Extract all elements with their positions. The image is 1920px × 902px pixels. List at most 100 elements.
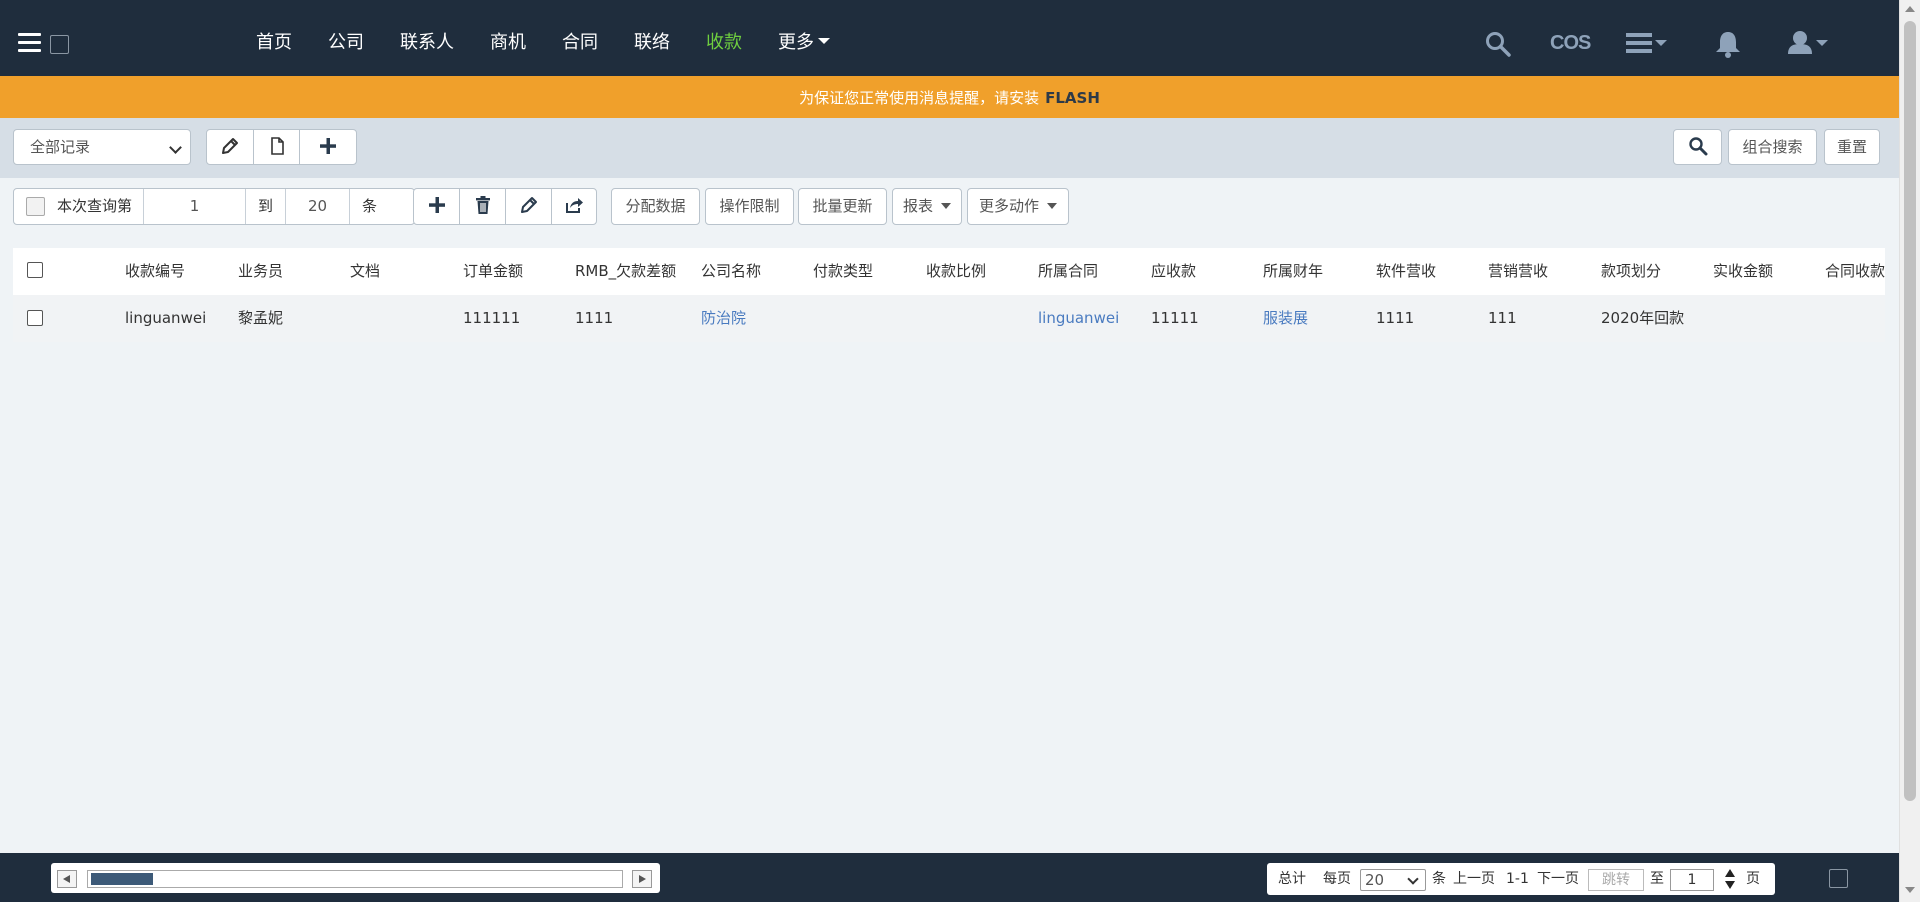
- caret-down-icon: [941, 202, 951, 209]
- table-cell: 2020年回款: [1601, 309, 1685, 327]
- select-all-checkbox[interactable]: [27, 262, 43, 278]
- view-select-value: 全部记录: [30, 138, 91, 156]
- page-stepper[interactable]: [1724, 867, 1736, 891]
- per-page-select[interactable]: 20: [1360, 869, 1426, 891]
- more-actions-dropdown[interactable]: 更多动作: [967, 188, 1069, 225]
- batch-update-button[interactable]: 批量更新: [798, 188, 887, 225]
- jump-input[interactable]: 跳转: [1588, 869, 1644, 891]
- contract-link[interactable]: linguanwei: [1038, 295, 1119, 342]
- plus-icon: [428, 197, 445, 213]
- main-nav: 首页 公司 联系人 商机 合同 联络 收款 更多: [256, 0, 866, 76]
- page-number-input[interactable]: 1: [1670, 869, 1714, 891]
- column-header[interactable]: 营销营收: [1488, 248, 1548, 295]
- reset-button[interactable]: 重置: [1824, 129, 1880, 165]
- column-header[interactable]: 款项划分: [1601, 248, 1661, 295]
- nav-item-opportunities[interactable]: 商机: [490, 0, 526, 76]
- nav-item-home[interactable]: 首页: [256, 0, 292, 76]
- table-cell: 1111: [1376, 309, 1415, 327]
- column-header[interactable]: 业务员: [238, 248, 283, 295]
- scroll-thumb[interactable]: [91, 873, 153, 885]
- trash-icon: [475, 196, 490, 214]
- nav-item-payments[interactable]: 收款: [706, 0, 742, 76]
- select-range-checkbox[interactable]: [26, 197, 45, 216]
- column-header[interactable]: 收款比例: [926, 248, 986, 295]
- column-header[interactable]: 实收金额: [1713, 248, 1773, 295]
- column-header[interactable]: 收款编号: [125, 248, 185, 295]
- scroll-track[interactable]: [87, 870, 623, 888]
- more-actions-label: 更多动作: [978, 197, 1039, 215]
- total-label: 总计: [1278, 871, 1306, 887]
- nav-item-more[interactable]: 更多: [778, 0, 830, 76]
- flash-notice-bar: 为保证您正常使用消息提醒，请安装 FLASH: [0, 76, 1899, 118]
- caret-down-icon: [818, 38, 830, 44]
- column-header[interactable]: 订单金额: [463, 248, 523, 295]
- pencil-icon: [520, 197, 537, 213]
- arrow-down-icon: [1725, 881, 1735, 889]
- table-header-row: 收款编号 业务员 文档 订单金额 RMB_欠款差额 公司名称 付款类型 收款比例…: [13, 248, 1885, 295]
- nav-item-contracts[interactable]: 合同: [562, 0, 598, 76]
- menu-icon[interactable]: [18, 33, 41, 53]
- query-to-input[interactable]: 20: [286, 189, 350, 224]
- company-link[interactable]: 防治院: [701, 295, 746, 342]
- column-header[interactable]: 公司名称: [701, 248, 761, 295]
- fiscal-year-link[interactable]: 服装展: [1263, 295, 1308, 342]
- scroll-right-button[interactable]: [632, 870, 652, 888]
- vertical-scroll-thumb[interactable]: [1904, 21, 1916, 801]
- user-icon[interactable]: [1788, 30, 1830, 60]
- report-dropdown[interactable]: 报表: [892, 188, 962, 225]
- arrow-down-icon[interactable]: [1905, 887, 1915, 893]
- nav-item-communications[interactable]: 联络: [634, 0, 670, 76]
- table-cell: linguanwei: [125, 309, 207, 327]
- bell-icon[interactable]: [1713, 30, 1743, 62]
- add-view-button[interactable]: [299, 129, 357, 165]
- view-select[interactable]: 全部记录: [13, 129, 191, 165]
- column-header[interactable]: 软件营收: [1376, 248, 1436, 295]
- table-cell: 11111: [1151, 309, 1199, 327]
- column-header[interactable]: 所属合同: [1038, 248, 1098, 295]
- caret-down-icon: [1047, 202, 1057, 209]
- share-icon: [566, 198, 583, 213]
- table-cell: 1111: [575, 309, 614, 327]
- horizontal-scrollbar[interactable]: [51, 863, 660, 893]
- edit-record-button[interactable]: [505, 188, 552, 225]
- cos-icon[interactable]: COS: [1550, 32, 1591, 55]
- scroll-left-button[interactable]: [57, 870, 77, 888]
- filter-toolbar: 全部记录 组合搜索 重置: [0, 118, 1899, 178]
- search-button[interactable]: [1673, 129, 1722, 165]
- query-from-input[interactable]: 1: [144, 189, 246, 224]
- export-record-button[interactable]: [551, 188, 597, 225]
- list-menu-icon[interactable]: [1626, 32, 1668, 58]
- page-range: 1-1: [1506, 871, 1529, 887]
- arrow-up-icon[interactable]: [1905, 6, 1915, 12]
- vertical-scrollbar[interactable]: [1899, 0, 1920, 902]
- search-icon[interactable]: [1485, 31, 1511, 61]
- table-cell: 黎孟妮: [238, 309, 284, 327]
- column-header[interactable]: 所属财年: [1263, 248, 1323, 295]
- query-unit-label: 条: [362, 197, 378, 215]
- column-header[interactable]: 付款类型: [813, 248, 873, 295]
- chevron-down-icon: [1407, 873, 1419, 885]
- column-header[interactable]: 应收款: [1151, 248, 1196, 295]
- column-header[interactable]: RMB_欠款差额: [575, 248, 676, 295]
- nav-item-company[interactable]: 公司: [328, 0, 364, 76]
- column-header[interactable]: 合同收款: [1825, 248, 1885, 295]
- prev-page-link[interactable]: 上一页: [1453, 863, 1495, 895]
- combo-search-button[interactable]: 组合搜索: [1728, 129, 1817, 165]
- top-navbar: 首页 公司 联系人 商机 合同 联络 收款 更多 COS: [0, 0, 1899, 76]
- nav-item-contacts[interactable]: 联系人: [400, 0, 454, 76]
- copy-view-button[interactable]: [253, 129, 300, 165]
- plus-icon: [320, 138, 336, 154]
- table-row[interactable]: linguanwei 黎孟妮 111111 1111 防治院 linguanwe…: [13, 295, 1885, 342]
- next-page-link[interactable]: 下一页: [1537, 863, 1579, 895]
- column-header[interactable]: 文档: [350, 248, 380, 295]
- row-checkbox[interactable]: [27, 310, 43, 326]
- operation-restrict-button[interactable]: 操作限制: [705, 188, 794, 225]
- flash-link[interactable]: FLASH: [1045, 89, 1100, 107]
- edit-view-button[interactable]: [206, 129, 254, 165]
- delete-record-button[interactable]: [459, 188, 506, 225]
- add-record-button[interactable]: [413, 188, 460, 225]
- copy-icon: [270, 137, 284, 155]
- assign-data-button[interactable]: 分配数据: [611, 188, 700, 225]
- record-actions-group: [413, 188, 597, 225]
- query-prefix-label: 本次查询第: [57, 197, 133, 215]
